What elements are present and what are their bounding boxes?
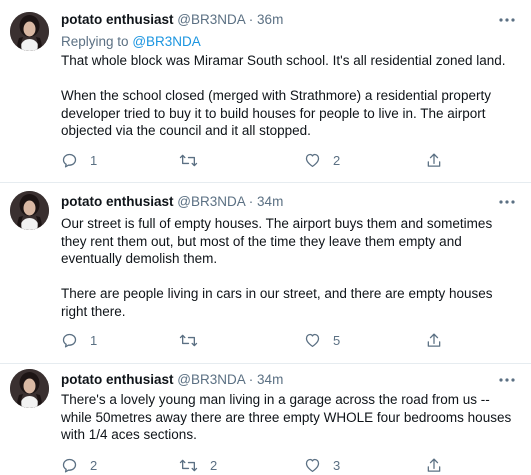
tweet-text: That whole block was Miramar South schoo…: [61, 52, 516, 140]
tweet-paragraph: There's a lovely young man living in a g…: [61, 392, 512, 442]
display-name[interactable]: potato enthusiast: [61, 194, 174, 209]
reply-icon: [62, 458, 77, 473]
avatar[interactable]: [10, 191, 49, 230]
display-name[interactable]: potato enthusiast: [61, 12, 174, 27]
reply-button[interactable]: 1: [61, 151, 97, 169]
action-bar: 1 2: [61, 151, 461, 169]
share-button[interactable]: [426, 331, 442, 349]
share-button[interactable]: [426, 456, 442, 474]
reply-button[interactable]: 2: [61, 456, 97, 474]
retweet-button[interactable]: [179, 331, 210, 349]
reply-count: 1: [90, 332, 98, 348]
retweet-icon: [179, 154, 198, 166]
separator-dot: ·: [248, 194, 254, 209]
like-button[interactable]: 3: [304, 456, 340, 474]
replying-to-label: Replying to: [61, 34, 129, 49]
tweet[interactable]: potato enthusiast @BR3NDA · 34m Our stre…: [0, 183, 531, 363]
share-button[interactable]: [426, 151, 442, 169]
reply-button[interactable]: 1: [61, 331, 97, 349]
more-icon[interactable]: [497, 13, 517, 29]
tweet-text: There's a lovely young man living in a g…: [61, 391, 516, 444]
timestamp[interactable]: 34m: [257, 372, 283, 387]
heart-icon: [305, 333, 320, 348]
more-icon[interactable]: [497, 373, 517, 389]
like-count: 5: [333, 332, 341, 348]
user-handle[interactable]: @BR3NDA: [177, 372, 245, 387]
tweet-paragraph: There are people living in cars in our s…: [61, 286, 493, 319]
retweet-count: 2: [210, 457, 218, 473]
replying-to-handle[interactable]: @BR3NDA: [132, 34, 200, 49]
share-icon: [427, 332, 441, 347]
reply-icon: [62, 333, 77, 348]
reply-thread: potato enthusiast @BR3NDA · 36m Replying…: [0, 0, 531, 475]
share-icon: [427, 457, 441, 472]
like-count: 2: [333, 152, 341, 168]
action-bar: 1 5: [61, 331, 461, 349]
timestamp[interactable]: 36m: [257, 12, 283, 27]
tweet-text: Our street is full of empty houses. The …: [61, 215, 516, 320]
reply-count: 1: [90, 152, 98, 168]
retweet-button[interactable]: 2: [179, 456, 217, 474]
tweet[interactable]: potato enthusiast @BR3NDA · 34m There's …: [0, 364, 531, 475]
reply-icon: [62, 153, 77, 168]
timestamp[interactable]: 34m: [257, 194, 283, 209]
heart-icon: [305, 153, 320, 168]
display-name[interactable]: potato enthusiast: [61, 372, 174, 387]
tweet[interactable]: potato enthusiast @BR3NDA · 36m Replying…: [0, 0, 531, 182]
retweet-button[interactable]: [179, 151, 210, 169]
retweet-icon: [179, 334, 198, 346]
user-handle[interactable]: @BR3NDA: [177, 194, 245, 209]
avatar[interactable]: [10, 369, 49, 408]
action-bar: 2 2 3: [61, 456, 461, 474]
share-icon: [427, 152, 441, 167]
replying-to: Replying to @BR3NDA: [61, 33, 201, 50]
retweet-icon: [179, 459, 198, 471]
more-icon[interactable]: [497, 195, 517, 211]
user-handle[interactable]: @BR3NDA: [177, 12, 245, 27]
tweet-paragraph: When the school closed (merged with Stra…: [61, 88, 491, 138]
like-count: 3: [333, 457, 341, 473]
tweet-paragraph: Our street is full of empty houses. The …: [61, 216, 493, 266]
heart-icon: [305, 458, 320, 473]
separator-dot: ·: [248, 372, 254, 387]
separator-dot: ·: [248, 12, 254, 27]
like-button[interactable]: 2: [304, 151, 340, 169]
like-button[interactable]: 5: [304, 331, 340, 349]
reply-count: 2: [90, 457, 98, 473]
avatar[interactable]: [10, 12, 49, 51]
tweet-paragraph: That whole block was Miramar South schoo…: [61, 53, 506, 68]
